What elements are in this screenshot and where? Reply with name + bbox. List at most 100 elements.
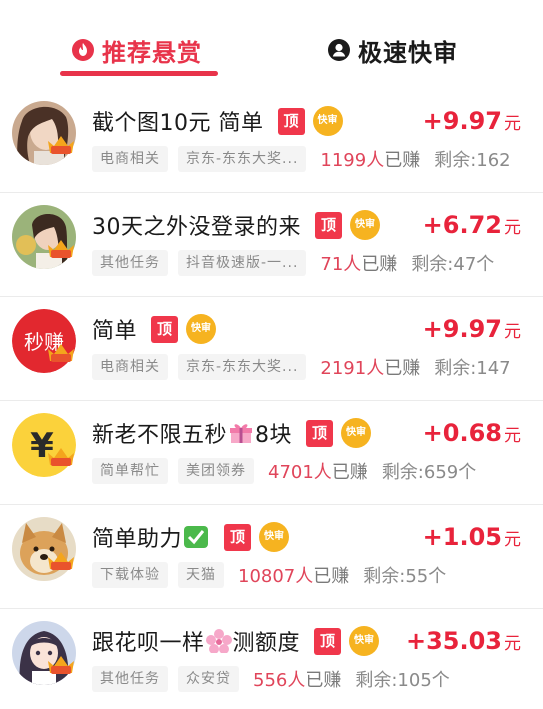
platform-tag: 京东-东东大奖...	[178, 354, 307, 380]
tab-recommended[interactable]: 推荐悬赏	[72, 30, 202, 70]
reward-amount: +9.97	[422, 315, 502, 343]
tab-bar: 推荐悬赏 极速快审	[0, 0, 543, 96]
task-meta: 下载体验 天猫 10807人 已赚 剩余:55个	[92, 561, 543, 589]
reward-unit: 元	[504, 218, 521, 238]
task-title-end: 8块	[255, 423, 293, 448]
task-meta: 其他任务 抖音极速版-一... 71人 已赚 剩余:47个	[92, 249, 543, 277]
fast-review-badge: 快审	[312, 106, 343, 136]
category-tag: 简单帮忙	[92, 458, 168, 484]
fast-review-badge: 快审	[341, 418, 372, 448]
reward-amount: +6.72	[422, 211, 502, 239]
task-title-start: 跟花呗一样	[92, 631, 205, 656]
task-row[interactable]: 30天之外没登录的来 顶 快审 +6.72 元 其他任务 抖音极速版-一... …	[0, 193, 543, 297]
remaining-count: 剩余:55个	[363, 566, 447, 587]
reward-unit: 元	[504, 322, 521, 342]
reward: +9.97 元	[423, 107, 521, 137]
remaining-count: 剩余:47个	[411, 254, 495, 275]
reward-amount: +35.03	[405, 627, 502, 655]
reward: +1.05 元	[423, 523, 521, 553]
reward-unit: 元	[504, 114, 521, 134]
category-tag: 其他任务	[92, 250, 168, 276]
tab-fast-review[interactable]: 极速快审	[328, 30, 458, 70]
reward-amount: +1.05	[422, 523, 502, 551]
earned-count: 10807人	[238, 566, 314, 587]
remaining-count: 剩余:147	[434, 358, 511, 379]
task-list: 截个图10元 简单 顶 快审 +9.97 元 电商相关 京东-东东大奖... 1…	[0, 89, 543, 709]
reward-unit: 元	[504, 530, 521, 550]
fast-review-badge: 快审	[350, 210, 380, 240]
platform-tag: 众安贷	[178, 666, 239, 692]
crown-badge-icon	[48, 656, 74, 674]
crown-badge-icon	[48, 240, 74, 258]
task-meta: 电商相关 京东-东东大奖... 2191人 已赚 剩余:147	[92, 353, 543, 381]
task-title-line: 跟花呗一样 测额度 顶 快审	[92, 625, 380, 657]
fast-review-badge: 快审	[186, 314, 217, 344]
task-meta: 简单帮忙 美团领券 4701人 已赚 剩余:659个	[92, 457, 543, 485]
earned-label: 已赚	[305, 670, 342, 691]
earned-count: 71人	[320, 254, 362, 275]
category-tag: 其他任务	[92, 666, 168, 692]
earned-label: 已赚	[331, 462, 368, 483]
earned-label: 已赚	[361, 254, 398, 275]
category-tag: 下载体验	[92, 562, 168, 588]
reward-amount: +9.97	[422, 107, 502, 135]
task-meta: 电商相关 京东-东东大奖... 1199人 已赚 剩余:162	[92, 145, 543, 173]
task-row[interactable]: 简单助力 顶 快审 +1.05 元 下载体验 天猫 10807人 已赚 剩余:5…	[0, 505, 543, 609]
task-row[interactable]: ¥ 新老不限五秒 8块 顶 快审 +0.68 元 简单帮忙 美团领券 4701人…	[0, 401, 543, 505]
top-badge: 顶	[151, 315, 179, 343]
fast-review-badge: 快审	[259, 522, 290, 552]
task-title-line: 截个图10元 简单 顶 快审	[92, 105, 343, 137]
flame-icon	[72, 39, 94, 61]
task-title: 截个图10元 简单	[92, 111, 264, 136]
crown-badge-icon	[48, 552, 74, 570]
tab-fast-review-label: 极速快审	[358, 38, 458, 67]
task-title: 30天之外没登录的来	[92, 215, 301, 240]
page: 推荐悬赏 极速快审 截个图10元 简单 顶 快审 +9.97 元 电商相关 京东…	[0, 0, 543, 709]
remaining-count: 剩余:162	[434, 150, 511, 171]
reward-amount: +0.68	[422, 419, 502, 447]
earned-label: 已赚	[313, 566, 350, 587]
reward: +9.97 元	[423, 315, 521, 345]
task-title-line: 新老不限五秒 8块 顶 快审	[92, 417, 372, 449]
category-tag: 电商相关	[92, 354, 168, 380]
earned-label: 已赚	[384, 358, 421, 379]
fast-review-badge: 快审	[349, 626, 380, 656]
platform-tag: 天猫	[178, 562, 224, 588]
reward: +0.68 元	[423, 419, 521, 449]
top-badge: 顶	[314, 627, 342, 655]
active-tab-indicator	[60, 71, 218, 76]
task-title-start: 新老不限五秒	[92, 423, 228, 448]
task-title-line: 简单 顶 快审	[92, 313, 217, 345]
task-row[interactable]: 截个图10元 简单 顶 快审 +9.97 元 电商相关 京东-东东大奖... 1…	[0, 89, 543, 193]
platform-tag: 抖音极速版-一...	[178, 250, 307, 276]
crown-badge-icon	[48, 136, 74, 154]
task-title-end: 测额度	[232, 631, 301, 656]
task-row[interactable]: 秒赚 简单 顶 快审 +9.97 元 电商相关 京东-东东大奖... 2191人…	[0, 297, 543, 401]
check-mark-icon	[184, 526, 209, 548]
cherry-blossom-icon	[205, 629, 232, 653]
user-icon	[328, 39, 350, 61]
top-badge: 顶	[224, 523, 252, 551]
earned-count: 2191人	[320, 358, 385, 379]
task-title-line: 简单助力 顶 快审	[92, 521, 290, 553]
remaining-count: 剩余:105个	[355, 670, 450, 691]
reward: +6.72 元	[423, 211, 521, 241]
task-row[interactable]: 跟花呗一样 测额度 顶 快审 +35.03 元 其他任务 众安贷 556人 已赚…	[0, 609, 543, 709]
earned-count: 4701人	[268, 462, 332, 483]
earned-label: 已赚	[384, 150, 421, 171]
task-title: 简单	[92, 319, 138, 344]
crown-badge-icon	[48, 448, 74, 466]
reward-unit: 元	[504, 634, 521, 654]
task-meta: 其他任务 众安贷 556人 已赚 剩余:105个	[92, 665, 543, 693]
top-badge: 顶	[315, 211, 342, 239]
reward-unit: 元	[504, 426, 521, 446]
remaining-count: 剩余:659个	[381, 462, 477, 483]
top-badge: 顶	[277, 107, 305, 135]
earned-count: 556人	[253, 670, 306, 691]
top-badge: 顶	[306, 419, 334, 447]
tab-recommended-label: 推荐悬赏	[102, 38, 202, 67]
platform-tag: 美团领券	[178, 458, 254, 484]
category-tag: 电商相关	[92, 146, 168, 172]
task-title: 简单助力	[92, 527, 183, 552]
task-title-line: 30天之外没登录的来 顶 快审	[92, 209, 380, 241]
